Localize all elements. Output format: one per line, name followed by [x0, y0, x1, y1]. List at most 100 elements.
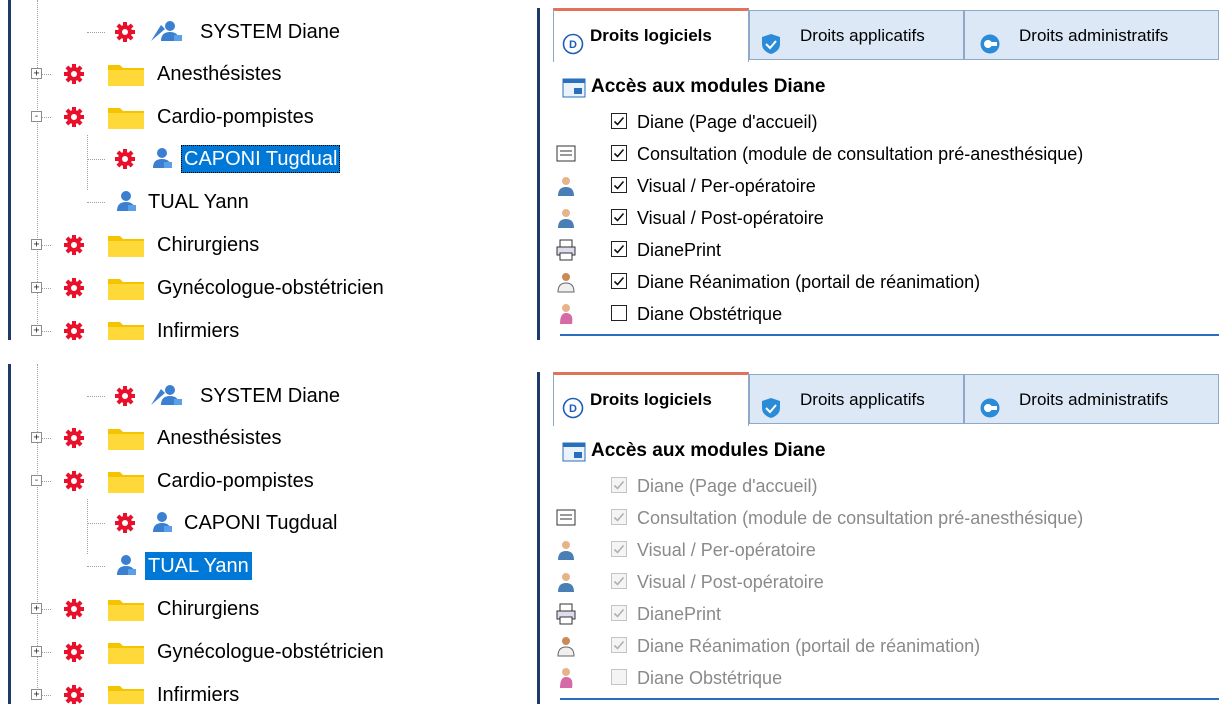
- module-checkbox[interactable]: [611, 273, 627, 289]
- rights-tabbar: D Droits logiciels Droits applicatifs Droit…: [553, 8, 1219, 62]
- expand-collapse-toggle[interactable]: -: [31, 111, 42, 122]
- module-visual-per-ope-ratoire[interactable]: Visual / Per-opératoire: [555, 170, 1205, 202]
- expand-collapse-toggle[interactable]: +: [31, 239, 42, 250]
- gear-icon: [114, 21, 136, 43]
- tab-droits-administratifs[interactable]: Droits administratifs: [964, 10, 1219, 60]
- module-consultation-module-de-consultation-pre-anesthe-sique[interactable]: Consultation (module de consultation pré…: [555, 138, 1205, 170]
- tree-item-label[interactable]: Chirurgiens: [154, 595, 262, 623]
- expand-collapse-toggle[interactable]: +: [31, 282, 42, 293]
- module-checkbox[interactable]: [611, 209, 627, 225]
- tree-item-anesthe-sistes[interactable]: + Anesthésistes: [0, 54, 525, 94]
- module-label: DianePrint: [637, 240, 722, 260]
- module-dianeprint[interactable]: DianePrint: [555, 234, 1205, 266]
- tree-item-gyne-cologue-obste-tricien[interactable]: + Gynécologue-obstétricien: [0, 268, 525, 308]
- expand-collapse-toggle[interactable]: +: [31, 68, 42, 79]
- module-diane-re-animation-portail-de-re-animation[interactable]: Diane Réanimation (portail de réanimatio…: [555, 266, 1205, 298]
- admin-rights-icon: [979, 389, 1001, 418]
- expand-collapse-toggle[interactable]: +: [31, 689, 42, 700]
- expand-collapse-toggle[interactable]: +: [31, 646, 42, 657]
- tree-item-label[interactable]: Gynécologue-obstétricien: [154, 638, 387, 666]
- user-tree[interactable]: SYSTEM Diane + Anesthésistes - Cardio-pompis…: [0, 364, 525, 704]
- tree-item-cardio-pompistes[interactable]: - Cardio-pompistes: [0, 461, 525, 501]
- expand-collapse-toggle[interactable]: -: [31, 475, 42, 486]
- gear-icon: [63, 684, 85, 704]
- module-diane-page-d-accueil[interactable]: Diane (Page d'accueil): [555, 106, 1205, 138]
- module-label: Diane (Page d'accueil): [637, 112, 818, 132]
- expand-collapse-toggle[interactable]: +: [31, 325, 42, 336]
- folder-icon: [107, 468, 145, 494]
- module-visual-per-ope-ratoire: Visual / Per-opératoire: [555, 534, 1205, 566]
- module-diane-obste-trique[interactable]: Diane Obstétrique: [555, 298, 1205, 330]
- folder-icon: [107, 425, 145, 451]
- tree-item-chirurgiens[interactable]: + Chirurgiens: [0, 589, 525, 629]
- tree-item-label[interactable]: SYSTEM Diane: [197, 18, 343, 46]
- tree-item-infirmiers[interactable]: + Infirmiers: [0, 675, 525, 704]
- tab-label: Droits logiciels: [590, 26, 712, 45]
- module-checkbox[interactable]: [611, 241, 627, 257]
- tree-item-tual-yann[interactable]: TUAL Yann: [0, 182, 525, 222]
- module-checkbox[interactable]: [611, 305, 627, 321]
- gear-icon: [63, 277, 85, 299]
- tree-item-label[interactable]: CAPONI Tugdual: [181, 509, 340, 537]
- module-label: Visual / Post-opératoire: [637, 572, 824, 592]
- tree-item-label[interactable]: Cardio-pompistes: [154, 467, 317, 495]
- tree-item-infirmiers[interactable]: + Infirmiers: [0, 311, 525, 340]
- folder-icon: [107, 104, 145, 130]
- tab-droits-logiciels[interactable]: D Droits logiciels: [553, 372, 749, 426]
- user-tree[interactable]: SYSTEM Diane + Anesthésistes - Cardio-pompis…: [0, 0, 525, 340]
- folder-icon: [107, 682, 145, 704]
- expand-collapse-toggle[interactable]: +: [31, 603, 42, 614]
- tree-item-label[interactable]: Cardio-pompistes: [154, 103, 317, 131]
- module-checkbox: [611, 509, 627, 525]
- surgeon-icon: [555, 207, 577, 229]
- modules-section-title: Accès aux modules Diane: [591, 440, 826, 461]
- tree-item-label[interactable]: CAPONI Tugdual: [181, 145, 341, 173]
- module-label: Visual / Per-opératoire: [637, 176, 816, 196]
- tab-droits-administratifs[interactable]: Droits administratifs: [964, 374, 1219, 424]
- module-checkbox: [611, 477, 627, 493]
- tree-item-chirurgiens[interactable]: + Chirurgiens: [0, 225, 525, 265]
- tree-item-label[interactable]: Infirmiers: [154, 317, 242, 340]
- admin-user-icon: [150, 19, 182, 43]
- tree-item-label[interactable]: Infirmiers: [154, 681, 242, 704]
- tree-connector: [87, 396, 105, 397]
- tree-item-caponi-tugdual[interactable]: CAPONI Tugdual: [0, 139, 525, 179]
- tree-connector: [87, 202, 105, 203]
- pregnant-icon: [555, 667, 577, 689]
- tree-item-gyne-cologue-obste-tricien[interactable]: + Gynécologue-obstétricien: [0, 632, 525, 672]
- tab-label: Droits administratifs: [1019, 390, 1169, 409]
- tab-label: Droits administratifs: [1019, 26, 1169, 45]
- tree-item-label[interactable]: SYSTEM Diane: [197, 382, 343, 410]
- gear-icon: [63, 598, 85, 620]
- tree-item-cardio-pompistes[interactable]: - Cardio-pompistes: [0, 97, 525, 137]
- tab-droits-logiciels[interactable]: D Droits logiciels: [553, 8, 749, 62]
- tree-item-label[interactable]: Gynécologue-obstétricien: [154, 274, 387, 302]
- module-checkbox: [611, 541, 627, 557]
- module-label: Diane Réanimation (portail de réanimatio…: [637, 636, 981, 656]
- tree-item-system-diane[interactable]: SYSTEM Diane: [0, 376, 525, 416]
- tree-item-label[interactable]: Chirurgiens: [154, 231, 262, 259]
- tree-item-label[interactable]: TUAL Yann: [145, 188, 252, 216]
- module-checkbox[interactable]: [611, 177, 627, 193]
- tree-item-tual-yann[interactable]: TUAL Yann: [0, 546, 525, 586]
- rights-panel-screenshot-1: SYSTEM Diane + Anesthésistes - Cardio-pompis…: [0, 0, 1219, 340]
- expand-collapse-toggle[interactable]: +: [31, 432, 42, 443]
- tree-item-label[interactable]: Anesthésistes: [154, 424, 285, 452]
- tab-droits-applicatifs[interactable]: Droits applicatifs: [749, 10, 964, 60]
- module-label: Consultation (module de consultation pré…: [637, 144, 1084, 164]
- tree-item-label[interactable]: TUAL Yann: [145, 552, 252, 580]
- tab-label: Droits logiciels: [590, 390, 712, 409]
- tree-item-system-diane[interactable]: SYSTEM Diane: [0, 12, 525, 52]
- shield-icon: [760, 389, 782, 418]
- printer-icon: [555, 603, 577, 625]
- module-visual-post-ope-ratoire[interactable]: Visual / Post-opératoire: [555, 202, 1205, 234]
- svg-text:D: D: [569, 39, 577, 51]
- module-checkbox[interactable]: [611, 113, 627, 129]
- tree-item-label[interactable]: Anesthésistes: [154, 60, 285, 88]
- tab-droits-applicatifs[interactable]: Droits applicatifs: [749, 374, 964, 424]
- module-diane-page-d-accueil: Diane (Page d'accueil): [555, 470, 1205, 502]
- tree-item-caponi-tugdual[interactable]: CAPONI Tugdual: [0, 503, 525, 543]
- tree-item-anesthe-sistes[interactable]: + Anesthésistes: [0, 418, 525, 458]
- module-checkbox[interactable]: [611, 145, 627, 161]
- tree-connector: [87, 32, 105, 33]
